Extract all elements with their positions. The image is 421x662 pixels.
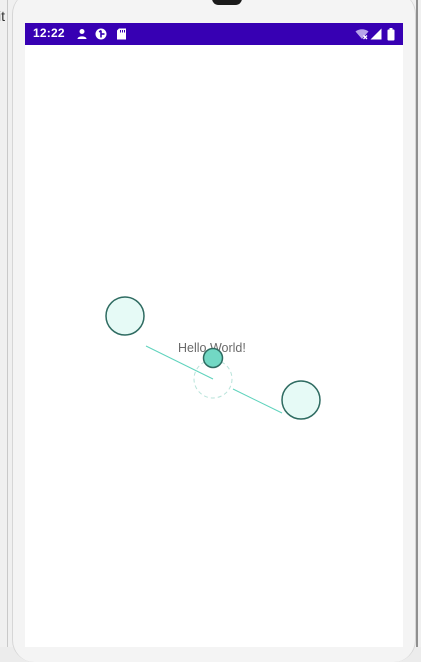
host-window-divider <box>7 0 8 647</box>
wifi-off-icon <box>355 29 369 40</box>
status-bar: 12:22 <box>25 23 403 45</box>
right-node[interactable] <box>281 380 321 420</box>
battery-icon <box>387 28 395 41</box>
device-screen: 12:22 Hello World! <box>25 23 403 647</box>
left-node[interactable] <box>105 296 145 336</box>
connector-line-right <box>232 388 283 414</box>
data-saver-icon <box>95 28 107 40</box>
camera-notch <box>212 0 242 5</box>
sd-card-icon <box>117 28 126 40</box>
center-node[interactable] <box>202 347 224 369</box>
host-window-edge-text: it <box>0 8 5 24</box>
cell-signal-icon <box>370 28 382 40</box>
person-icon <box>77 29 87 39</box>
scrollbar-edge <box>416 0 418 647</box>
status-time: 12:22 <box>33 26 65 40</box>
app-canvas[interactable] <box>25 45 403 625</box>
navigation-area <box>25 625 403 647</box>
